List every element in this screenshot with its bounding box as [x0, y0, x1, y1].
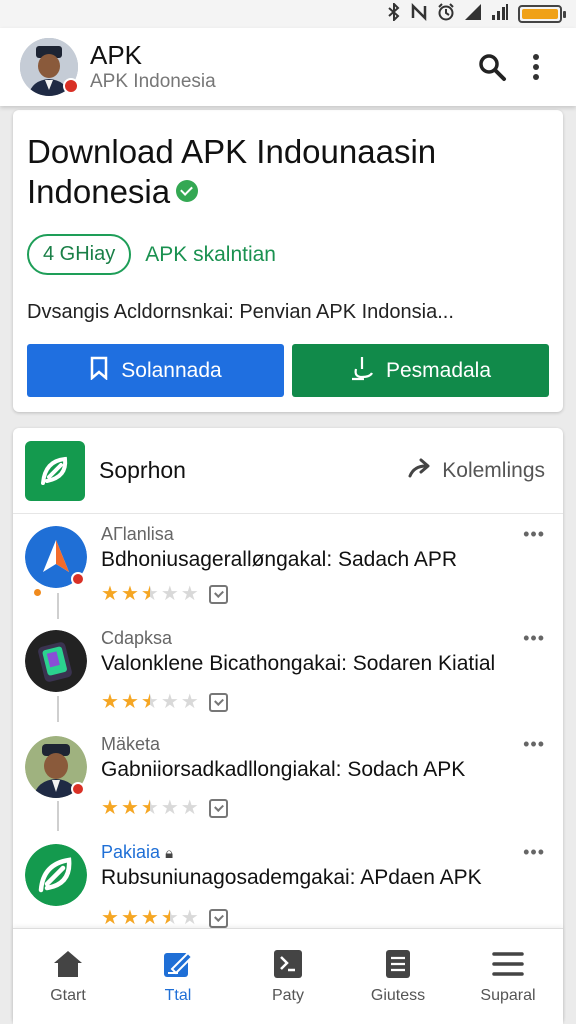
- list-item[interactable]: AГlanlisa Bdhoniusageralløngakal: Sadach…: [25, 518, 553, 622]
- terminal-icon: [273, 949, 303, 979]
- item-more-icon[interactable]: •••: [523, 628, 545, 649]
- battery-level: [522, 9, 558, 19]
- leaf-app-icon: [25, 844, 87, 906]
- item-badge: [71, 782, 85, 796]
- item-category: Mäketa: [101, 734, 161, 754]
- nav-item-gtart[interactable]: Gtart: [13, 929, 123, 1024]
- item-category: Pakiaia 🔒︎: [101, 842, 174, 862]
- list-link[interactable]: Kolemlings: [408, 458, 545, 484]
- list-item[interactable]: Cdapksa Valonklene Bicathongakai: Sodare…: [25, 622, 553, 726]
- item-more-icon[interactable]: •••: [523, 734, 545, 755]
- item-more-icon[interactable]: •••: [523, 524, 545, 545]
- nav-label: Ttal: [164, 986, 192, 1004]
- rating-stars: ★ ★ ★ ★ ★: [101, 584, 228, 604]
- primary-download-button[interactable]: Solannada: [27, 344, 284, 397]
- bottom-nav: Gtart Ttal Paty Giutess Suparal: [13, 928, 563, 1024]
- rating-stars: ★ ★ ★ ★ ★: [101, 908, 228, 928]
- item-name: Rubsuniunagosademgakai: APdaen APK: [101, 866, 482, 889]
- nav-item-paty[interactable]: Paty: [233, 929, 343, 1024]
- notification-badge: [63, 78, 79, 94]
- document-icon: [385, 949, 411, 979]
- list-item[interactable]: Mäketa Gabniiorsadkadllongiakal: Sodach …: [25, 728, 553, 832]
- mute-icon: [410, 2, 428, 26]
- item-more-icon[interactable]: •••: [523, 842, 545, 863]
- nav-label: Paty: [271, 986, 304, 1004]
- item-category: Cdapksa: [101, 628, 173, 648]
- item-name: Bdhoniusageralløngakal: Sadach APR: [101, 548, 458, 571]
- more-vert-icon[interactable]: [514, 45, 558, 89]
- signal-icon: [464, 3, 482, 26]
- primary-button-label: Solannada: [121, 358, 222, 382]
- nav-item-ttal[interactable]: Ttal: [123, 929, 233, 1024]
- bookmark-icon: [89, 356, 109, 386]
- tag-pill[interactable]: 4 GHiay: [27, 234, 132, 275]
- download-icon: [350, 355, 374, 387]
- item-name: Valonklene Bicathongakai: Sodaren Kiatia…: [101, 652, 496, 675]
- list-title: Soprhon: [99, 457, 186, 483]
- hero-description: Dvsangis Acldornsnkai: Penvian APK Indon…: [27, 301, 454, 323]
- battery-icon: [518, 5, 566, 23]
- search-icon[interactable]: [470, 45, 514, 89]
- app-title: APK: [90, 40, 143, 70]
- item-name: Gabniiorsadkadllongiakal: Sodach APK: [101, 758, 466, 781]
- checkbox-icon[interactable]: [208, 692, 228, 712]
- alarm-icon: [437, 2, 455, 26]
- hero-card: Download APK Indounaasin Indonesia 4 GHi…: [13, 110, 563, 412]
- status-bar: [0, 0, 576, 28]
- checkbox-icon[interactable]: [208, 584, 228, 604]
- checkbox-icon[interactable]: [208, 908, 228, 928]
- bluetooth-icon: [387, 1, 401, 26]
- nav-label: Suparal: [480, 986, 536, 1004]
- hero-title: Download APK Indounaasin Indonesia: [27, 133, 437, 210]
- tag-text: APK skalntian: [145, 242, 276, 266]
- rating-stars: ★ ★ ★ ★ ★: [101, 798, 228, 818]
- nav-item-suparal[interactable]: Suparal: [453, 929, 563, 1024]
- app-bar: APK APK Indonesia: [0, 28, 576, 106]
- avatar[interactable]: [20, 38, 79, 96]
- nav-label: Gtart: [50, 986, 86, 1004]
- list-link-label: Kolemlings: [442, 458, 545, 482]
- lock-icon: 🔒︎: [165, 845, 174, 862]
- secondary-download-button[interactable]: Pesmadala: [292, 344, 549, 397]
- home-icon: [52, 949, 84, 979]
- edit-icon: [162, 949, 194, 979]
- nav-label: Giutess: [370, 986, 426, 1004]
- app-subtitle: APK Indonesia: [90, 71, 216, 92]
- phone-app-icon: [25, 630, 87, 692]
- share-arrow-icon: [408, 458, 434, 484]
- rating-stars: ★ ★ ★ ★ ★: [101, 692, 228, 712]
- secondary-button-label: Pesmadala: [385, 358, 492, 382]
- menu-icon: [492, 949, 524, 979]
- list-item[interactable]: Pakiaia 🔒︎ Rubsuniunagosademgakai: APdae…: [25, 836, 553, 940]
- signal-bars-icon: [491, 3, 509, 26]
- list-header: Soprhon Kolemlings: [13, 428, 563, 514]
- verified-icon: [176, 180, 199, 203]
- item-badge: [71, 572, 85, 586]
- list-logo-icon: [25, 440, 85, 501]
- nav-item-giutess[interactable]: Giutess: [343, 929, 453, 1024]
- checkbox-icon[interactable]: [208, 798, 228, 818]
- item-category: AГlanlisa: [101, 524, 174, 544]
